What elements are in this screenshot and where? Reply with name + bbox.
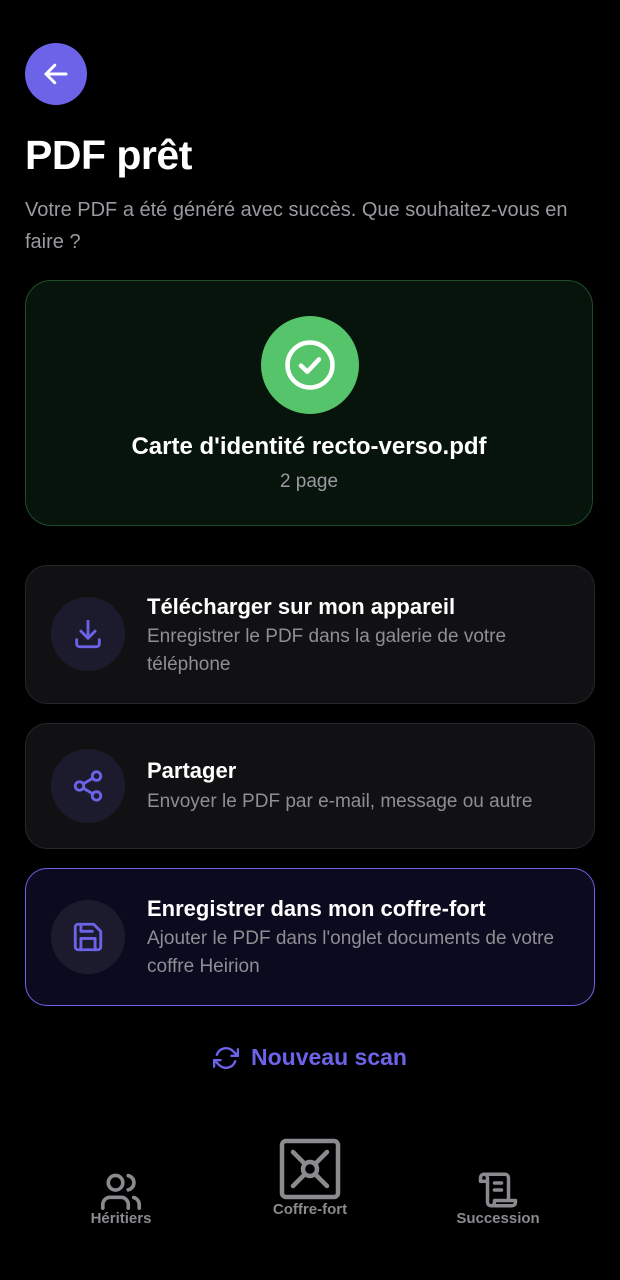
save-to-vault-action-card[interactable]: Enregistrer dans mon coffre-fort Ajouter… [25, 868, 595, 1006]
tab-succession[interactable]: Succession [452, 1170, 544, 1228]
share-action-card[interactable]: Partager Envoyer le PDF par e-mail, mess… [25, 723, 595, 849]
new-scan-label: Nouveau scan [251, 1044, 407, 1070]
back-button[interactable] [25, 43, 87, 105]
success-badge [261, 316, 359, 414]
page-title: PDF prêt [25, 132, 192, 178]
save-icon [73, 922, 103, 952]
download-action-card[interactable]: Télécharger sur mon appareil Enregistrer… [25, 565, 595, 704]
download-icon [75, 619, 101, 649]
tab-coffre-fort-label: Coffre-fort [272, 1201, 348, 1218]
download-action-description: Enregistrer le PDF dans la galerie de vo… [147, 626, 507, 675]
refresh-icon [213, 1046, 240, 1069]
new-scan-button[interactable]: Nouveau scan [0, 1044, 620, 1071]
tab-heritiers[interactable]: Héritiers [80, 1170, 162, 1228]
file-name: Carte d'identité recto-verso.pdf [131, 433, 487, 460]
download-icon-badge [51, 597, 125, 671]
download-action-title: Télécharger sur mon appareil [147, 594, 456, 619]
arrow-left-icon [44, 63, 68, 85]
check-circle-icon [285, 340, 335, 390]
tab-coffre-fort[interactable]: Coffre-fort [266, 1137, 354, 1219]
share-action-title: Partager [147, 758, 237, 783]
tab-heritiers-label: Héritiers [90, 1210, 152, 1227]
scroll-icon [478, 1172, 518, 1208]
share-action-description: Envoyer le PDF par e-mail, message ou au… [147, 791, 533, 812]
users-icon [101, 1173, 142, 1210]
page-subtitle: Votre PDF a été généré avec succès. Que … [25, 199, 568, 253]
generated-file-card: Carte d'identité recto-verso.pdf 2 page [25, 280, 593, 526]
save-icon-badge [51, 900, 125, 974]
save-to-vault-action-description: Ajouter le PDF dans l'onglet documents d… [147, 928, 555, 977]
share-icon-badge [51, 749, 125, 823]
tab-succession-label: Succession [456, 1210, 540, 1227]
share-icon [73, 770, 103, 802]
save-to-vault-action-title: Enregistrer dans mon coffre-fort [147, 896, 486, 921]
file-page-count: 2 page [279, 471, 339, 492]
vault-icon [279, 1138, 341, 1200]
